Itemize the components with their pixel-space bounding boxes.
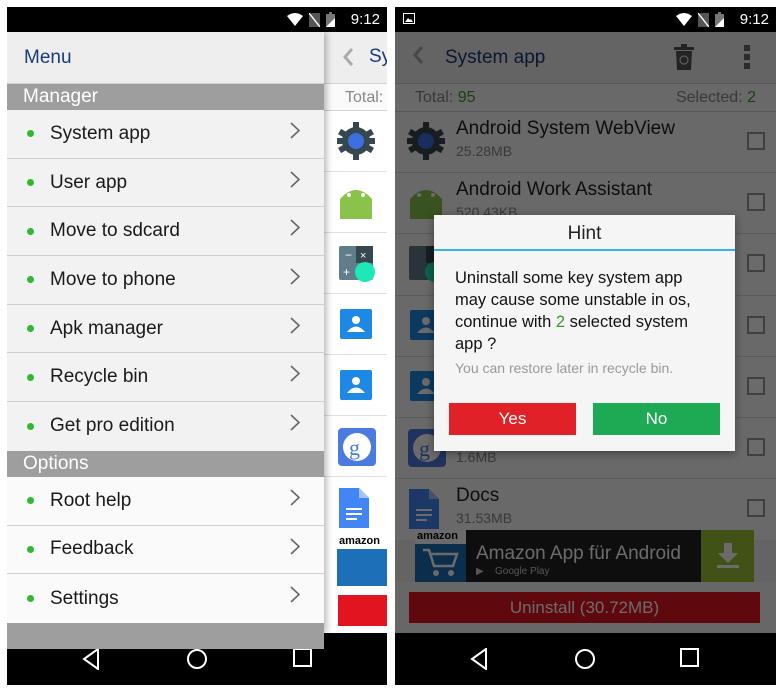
menu-item-label: Feedback bbox=[50, 538, 134, 560]
back-chevron-icon[interactable] bbox=[343, 48, 353, 66]
dialog-note: You can restore later in recycle bin. bbox=[455, 360, 674, 376]
bullet-dot-icon bbox=[27, 497, 34, 505]
amazon-ad-thumbnail[interactable]: amazon bbox=[337, 535, 387, 586]
peek-row bbox=[324, 294, 387, 355]
home-nav-icon[interactable] bbox=[574, 648, 596, 670]
no-sim-icon bbox=[698, 12, 709, 27]
menu-item-get-pro-edition[interactable]: Get pro edition bbox=[7, 402, 324, 451]
menu-item-label: Apk manager bbox=[50, 317, 164, 339]
peek-row bbox=[324, 355, 387, 416]
navigation-drawer: Menu Manager System app User app Move to… bbox=[7, 32, 324, 649]
menu-item-label: Move to phone bbox=[50, 268, 176, 290]
no-sim-icon bbox=[309, 12, 320, 27]
recents-nav-icon[interactable] bbox=[293, 648, 312, 667]
chevron-right-icon bbox=[290, 122, 300, 139]
status-bar: 9:12 bbox=[7, 7, 387, 32]
bullet-dot-icon bbox=[27, 325, 34, 333]
bullet-dot-icon bbox=[27, 276, 34, 284]
menu-item-label: Recycle bin bbox=[50, 366, 149, 388]
no-button[interactable]: No bbox=[593, 403, 720, 435]
bullet-dot-icon bbox=[27, 595, 34, 603]
peek-title: Sy bbox=[369, 46, 387, 67]
menu-item-recycle-bin[interactable]: Recycle bin bbox=[7, 353, 324, 403]
menu-item-root-help[interactable]: Root help bbox=[7, 476, 324, 526]
dialog-title: Hint bbox=[434, 215, 735, 251]
yes-button[interactable]: Yes bbox=[449, 403, 576, 435]
menu-item-label: Settings bbox=[50, 587, 119, 609]
docs-icon bbox=[339, 488, 369, 528]
bullet-dot-icon bbox=[27, 179, 34, 187]
menu-item-settings[interactable]: Settings bbox=[7, 574, 324, 623]
menu-item-user-app[interactable]: User app bbox=[7, 158, 324, 208]
left-phone-screen: 9:12 Sy Total: − × + g amazon Menu Manager… bbox=[7, 7, 387, 685]
wifi-icon bbox=[287, 13, 303, 26]
chevron-right-icon bbox=[290, 268, 300, 285]
status-bar: 9:12 bbox=[395, 7, 776, 32]
chevron-right-icon bbox=[290, 171, 300, 188]
peek-header: Sy bbox=[324, 32, 387, 84]
chevron-right-icon bbox=[290, 489, 300, 506]
menu-item-label: Root help bbox=[50, 489, 132, 511]
amazon-logo: amazon bbox=[337, 535, 387, 549]
battery-charging-icon bbox=[326, 12, 335, 27]
dialog-selected-count: 2 bbox=[555, 313, 566, 331]
menu-item-move-to-phone[interactable]: Move to phone bbox=[7, 256, 324, 305]
section-header-manager: Manager bbox=[7, 84, 324, 110]
back-nav-icon[interactable] bbox=[470, 648, 488, 670]
bullet-dot-icon bbox=[27, 545, 34, 553]
image-notification-icon bbox=[403, 13, 415, 24]
clock: 9:12 bbox=[350, 11, 380, 28]
peek-row: − × + bbox=[324, 233, 387, 294]
peek-row bbox=[324, 111, 387, 172]
menu-item-move-to-sdcard[interactable]: Move to sdcard bbox=[7, 207, 324, 257]
chevron-right-icon bbox=[290, 586, 300, 603]
contacts-icon bbox=[340, 370, 372, 400]
android-robot-icon bbox=[340, 190, 372, 219]
chevron-right-icon bbox=[290, 219, 300, 236]
webview-gear-icon bbox=[337, 122, 375, 160]
system-app-screen-behind-drawer: Sy Total: − × + g amazon bbox=[324, 32, 387, 633]
chevron-right-icon bbox=[290, 365, 300, 383]
menu-item-apk-manager[interactable]: Apk manager bbox=[7, 304, 324, 354]
chevron-right-icon bbox=[290, 317, 300, 334]
section-header-options: Options bbox=[7, 450, 324, 477]
back-nav-icon[interactable] bbox=[82, 648, 100, 670]
bullet-dot-icon bbox=[27, 373, 34, 381]
peek-row bbox=[324, 172, 387, 233]
right-phone-screen: 9:12 System app Total: 95 Selected: 2 An… bbox=[395, 7, 776, 685]
google-g-icon: g bbox=[338, 428, 376, 466]
calculator-icon: − × + bbox=[339, 246, 375, 282]
menu-item-system-app[interactable]: System app bbox=[7, 110, 324, 159]
dialog-message: Uninstall some key system app may cause … bbox=[434, 251, 735, 355]
menu-item-label: Get pro edition bbox=[50, 415, 175, 437]
bullet-dot-icon bbox=[27, 422, 34, 430]
menu-item-feedback[interactable]: Feedback bbox=[7, 525, 324, 575]
home-nav-icon[interactable] bbox=[186, 648, 208, 670]
recents-nav-icon[interactable] bbox=[680, 648, 699, 667]
chevron-right-icon bbox=[290, 537, 300, 555]
chevron-right-icon bbox=[290, 414, 300, 431]
bullet-dot-icon bbox=[27, 130, 34, 138]
wifi-icon bbox=[676, 13, 692, 26]
battery-charging-icon bbox=[715, 12, 724, 27]
peek-row: g bbox=[324, 416, 387, 477]
contacts-icon bbox=[340, 309, 372, 339]
bullet-dot-icon bbox=[27, 227, 34, 235]
clock: 9:12 bbox=[739, 11, 769, 28]
uninstall-button-peek[interactable] bbox=[338, 595, 387, 626]
peek-row bbox=[324, 477, 387, 538]
svg-text:+: + bbox=[343, 265, 350, 279]
peek-total: Total: bbox=[324, 84, 387, 111]
menu-item-label: System app bbox=[50, 122, 151, 144]
drawer-title: Menu bbox=[7, 32, 324, 84]
menu-item-label: User app bbox=[50, 171, 128, 193]
hint-dialog: Hint Uninstall some key system app may c… bbox=[434, 215, 735, 451]
svg-text:×: × bbox=[360, 250, 366, 262]
svg-text:−: − bbox=[345, 248, 352, 262]
navigation-bar bbox=[395, 633, 776, 685]
menu-item-label: Move to sdcard bbox=[50, 220, 180, 242]
svg-text:g: g bbox=[349, 435, 360, 460]
section-header-partial bbox=[7, 622, 324, 649]
